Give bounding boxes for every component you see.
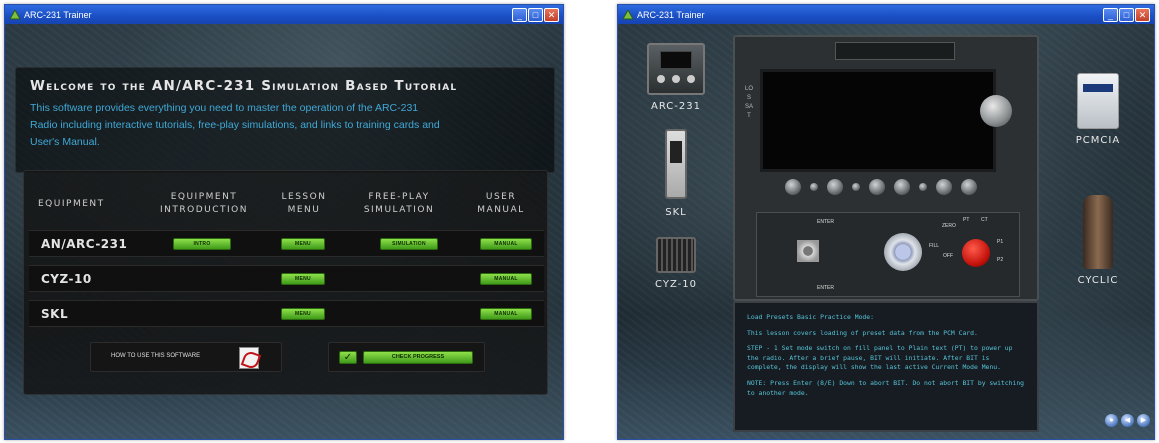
fill-panel: ENTER ENTER FILL ZERO PT CT OFF P1 P2 — [756, 212, 1020, 297]
main-menu-window: ARC-231 Trainer _ □ ✕ Welcome to the AN/… — [4, 4, 564, 440]
softkey-button[interactable] — [869, 179, 885, 195]
menu-button[interactable]: MENU — [281, 238, 325, 250]
softkey-button[interactable] — [961, 179, 977, 195]
enter-label: ENTER — [817, 285, 834, 291]
close-icon[interactable]: ✕ — [544, 7, 559, 22]
app-icon — [9, 9, 20, 20]
los-sat-label: LOS SAT — [745, 86, 754, 119]
info-paragraph: STEP - 1 Set mode switch on fill panel t… — [747, 344, 1017, 372]
softkey-button[interactable] — [894, 179, 910, 195]
device-cyclic[interactable]: CYCLIC — [1046, 195, 1150, 286]
app-icon — [622, 9, 633, 20]
device-arc-231[interactable]: ARC-231 — [624, 43, 728, 112]
row-label: AN/ARC-231 — [41, 237, 128, 251]
cyclic-stick-icon — [1083, 195, 1113, 269]
close-icon[interactable]: ✕ — [1135, 7, 1150, 22]
fill-mode-switch[interactable] — [962, 239, 990, 267]
table-row: AN/ARC-231 INTRO MENU SIMULATION MANUAL — [29, 230, 544, 257]
softkey-button[interactable] — [827, 179, 843, 195]
header-equipment: EQUIPMENT — [38, 199, 105, 209]
how-to-use-label: HOW TO USE THIS SOFTWARE — [111, 353, 201, 359]
intro-button[interactable]: INTRO — [173, 238, 231, 250]
maximize-icon[interactable]: □ — [528, 7, 543, 22]
welcome-title: Welcome to the AN/ARC-231 Simulation Bas… — [30, 78, 458, 94]
title-bar[interactable]: ARC-231 Trainer _ □ ✕ — [5, 5, 563, 24]
title-bar[interactable]: ARC-231 Trainer _ □ ✕ — [618, 5, 1154, 24]
top-handle — [835, 42, 955, 60]
row-label: CYZ-10 — [41, 272, 92, 286]
switch-label-pt: PT — [963, 217, 970, 223]
window-title: ARC-231 Trainer — [24, 9, 92, 20]
radio-faceplate: LOS SAT ENTER ENTER FILL ZERO PT CT OFF … — [733, 35, 1039, 301]
device-label: ARC-231 — [651, 101, 701, 112]
switch-label-p2: P2 — [997, 257, 1004, 263]
radio-display — [760, 69, 996, 172]
device-label: CYCLIC — [1077, 275, 1119, 286]
minimize-icon[interactable]: _ — [1103, 7, 1118, 22]
device-label: PCMCIA — [1075, 135, 1121, 146]
switch-label-p1: P1 — [997, 239, 1004, 245]
info-paragraph: This lesson covers loading of preset dat… — [747, 328, 978, 337]
manual-button[interactable]: MANUAL — [480, 308, 532, 320]
mode-selector-knob[interactable] — [980, 95, 1012, 127]
softkey-row — [785, 179, 977, 195]
device-skl[interactable]: SKL — [624, 125, 728, 218]
window-title: ARC-231 Trainer — [637, 9, 705, 20]
menu-button[interactable]: MENU — [281, 273, 325, 285]
welcome-text: This software provides everything you ne… — [30, 102, 440, 148]
softkey-button[interactable] — [785, 179, 801, 195]
header-free-play-simulation: FREE-PLAY SIMULATION — [363, 192, 435, 215]
how-to-use-button[interactable]: HOW TO USE THIS SOFTWARE — [90, 342, 282, 372]
row-label: SKL — [41, 307, 69, 321]
check-progress-button[interactable]: CHECK PROGRESS — [363, 351, 473, 364]
enter-button[interactable] — [797, 240, 819, 262]
header-user-manual: USER MANUAL — [477, 192, 525, 215]
device-label: CYZ-10 — [655, 279, 697, 290]
cyz-10-keypad-icon — [656, 237, 696, 273]
navigation-buttons: ● ◀ ▶ — [1105, 414, 1150, 427]
indicator-dot — [810, 183, 818, 191]
info-title: Load Presets Basic Practice Mode: — [747, 313, 874, 321]
arc-231-radio-icon — [647, 43, 705, 95]
back-arrow-icon[interactable]: ◀ — [1121, 414, 1134, 427]
header-equipment-introduction: EQUIPMENT INTRODUCTION — [160, 192, 248, 215]
table-row: CYZ-10 MENU MANUAL — [29, 265, 544, 292]
minimize-icon[interactable]: _ — [512, 7, 527, 22]
manual-button[interactable]: MANUAL — [480, 238, 532, 250]
equipment-panel: EQUIPMENT EQUIPMENT INTRODUCTION LESSON … — [23, 170, 548, 395]
skl-device-icon — [665, 129, 687, 199]
home-icon[interactable]: ● — [1105, 414, 1118, 427]
info-paragraph: NOTE: Press Enter (8/E) Down to abort BI… — [747, 378, 1028, 397]
check-progress-bar: ✓ CHECK PROGRESS — [328, 342, 485, 372]
header-lesson-menu: LESSON MENU — [281, 192, 327, 215]
indicator-dot — [919, 183, 927, 191]
enter-label: ENTER — [817, 219, 834, 225]
device-label: SKL — [665, 207, 687, 218]
switch-label-zero: ZERO — [942, 223, 956, 229]
softkey-button[interactable] — [936, 179, 952, 195]
simulation-button[interactable]: SIMULATION — [380, 238, 438, 250]
welcome-box: Welcome to the AN/ARC-231 Simulation Bas… — [15, 67, 555, 173]
switch-label-off: OFF — [943, 253, 953, 259]
simulator-window: ARC-231 Trainer _ □ ✕ ARC-231 SKL CYZ-10 — [617, 4, 1155, 440]
lesson-info-box: Load Presets Basic Practice Mode: This l… — [733, 301, 1039, 432]
forward-arrow-icon[interactable]: ▶ — [1137, 414, 1150, 427]
maximize-icon[interactable]: □ — [1119, 7, 1134, 22]
table-row: SKL MENU MANUAL — [29, 300, 544, 327]
fill-label: FILL — [929, 243, 940, 249]
indicator-dot — [852, 183, 860, 191]
checkmark-icon: ✓ — [339, 351, 357, 364]
pdf-icon — [239, 347, 259, 369]
manual-button[interactable]: MANUAL — [480, 273, 532, 285]
fill-connector — [884, 233, 922, 271]
switch-label-ct: CT — [981, 217, 988, 223]
pcmcia-card-icon — [1077, 73, 1119, 129]
device-pcmcia[interactable]: PCMCIA — [1046, 73, 1150, 146]
device-cyz-10[interactable]: CYZ-10 — [624, 237, 728, 290]
menu-button[interactable]: MENU — [281, 308, 325, 320]
